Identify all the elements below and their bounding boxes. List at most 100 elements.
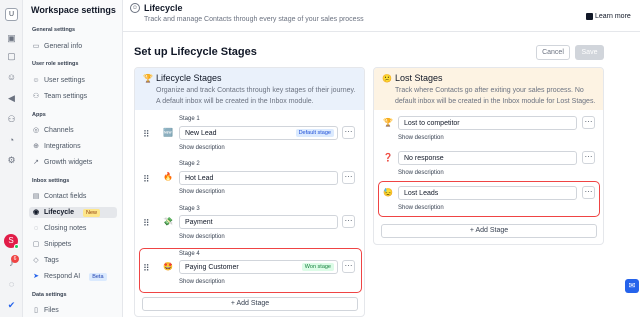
- icon-rail: U ▣ ▢ ☺ ◀ ⚇ ◔ ⚙ S ♪ 6 ◌ ✔: [0, 0, 23, 317]
- chat-widget-icon[interactable]: ✉: [625, 279, 639, 293]
- stage-more-button[interactable]: ···: [342, 126, 355, 139]
- stage-name-input[interactable]: New Lead Default stage: [179, 126, 338, 140]
- lifecycle-stages-panel: 🏆 Lifecycle Stages Organize and track Co…: [134, 67, 365, 317]
- sidebar-item-team-settings[interactable]: ⚇ Team settings: [29, 91, 117, 102]
- lifecycle-panel-description: Organize and track Contacts through key …: [156, 87, 356, 105]
- layout-icon[interactable]: ▣: [5, 33, 18, 44]
- stage-name-input[interactable]: Lost Leads: [398, 186, 577, 200]
- lost-panel-title: Lost Stages: [395, 73, 443, 83]
- show-description-link[interactable]: Show description: [179, 234, 225, 240]
- sidebar-title: Workspace settings: [31, 5, 116, 15]
- sidebar-section-apps: Apps: [32, 112, 46, 118]
- cancel-button[interactable]: Cancel: [536, 45, 570, 60]
- snippets-icon: ▢: [32, 240, 40, 248]
- stage-emoji[interactable]: 😓: [383, 188, 393, 197]
- lifecycle-panel-header: 🏆 Lifecycle Stages Organize and track Co…: [135, 68, 364, 110]
- won-stage-badge: Won stage: [301, 263, 334, 271]
- contacts-icon[interactable]: ☺: [5, 72, 18, 83]
- sidebar-item-contact-fields[interactable]: ▤ Contact fields: [29, 191, 117, 202]
- stage-more-button[interactable]: ···: [342, 171, 355, 184]
- stage-label: Stage 3: [179, 206, 200, 212]
- default-stage-badge: Default stage: [295, 129, 334, 137]
- sidebar-item-lifecycle[interactable]: ◉ Lifecycle New: [29, 207, 117, 218]
- sidebar-item-channels[interactable]: ◎ Channels: [29, 125, 117, 136]
- stage-emoji[interactable]: 🏆: [383, 118, 393, 127]
- show-description-link[interactable]: Show description: [398, 135, 444, 141]
- stage-label: Stage 1: [179, 116, 200, 122]
- stage-name-input[interactable]: Payment: [179, 215, 338, 229]
- trophy-icon: 🏆: [143, 74, 153, 83]
- inbox-icon[interactable]: ▢: [5, 51, 18, 62]
- show-description-link[interactable]: Show description: [179, 145, 225, 151]
- lost-stages-panel: 😕 Lost Stages Track where Contacts go af…: [373, 67, 604, 245]
- stage-name-input[interactable]: Lost to competitor: [398, 116, 577, 130]
- reports-icon[interactable]: ◔: [5, 135, 18, 146]
- stage-emoji[interactable]: 🔥: [163, 172, 173, 181]
- lifecycle-header-icon: ☺: [130, 3, 140, 13]
- show-description-link[interactable]: Show description: [398, 205, 444, 211]
- brand-check-icon[interactable]: ✔: [5, 300, 18, 311]
- stage-emoji[interactable]: 🆕: [163, 128, 173, 137]
- lost-panel-header: 😕 Lost Stages Track where Contacts go af…: [374, 68, 603, 110]
- sidebar-item-integrations[interactable]: ⊕ Integrations: [29, 141, 117, 152]
- notification-badge: 6: [11, 255, 19, 263]
- broadcast-icon[interactable]: ◀: [5, 93, 18, 104]
- stage-label: Stage 4: [179, 251, 200, 257]
- growth-icon: ↗: [33, 158, 39, 166]
- stage-name-input[interactable]: Paying Customer Won stage: [179, 260, 338, 274]
- sidebar-item-files[interactable]: ▯ Files: [29, 305, 117, 316]
- workflow-icon[interactable]: ⚇: [5, 114, 18, 125]
- stage-name-input[interactable]: Hot Lead: [179, 171, 338, 185]
- new-badge: New: [82, 208, 100, 217]
- drag-handle-icon[interactable]: ⠿: [143, 218, 150, 228]
- show-description-link[interactable]: Show description: [398, 170, 444, 176]
- sidebar-item-respond-ai[interactable]: ➤ Respond AI Beta: [29, 271, 117, 282]
- stage-emoji[interactable]: 🤩: [163, 262, 173, 271]
- stage-emoji[interactable]: ❓: [383, 153, 393, 162]
- ai-icon: ➤: [33, 272, 39, 280]
- setup-title: Set up Lifecycle Stages: [134, 46, 257, 58]
- fields-icon: ▤: [32, 192, 40, 200]
- book-icon: [586, 13, 593, 20]
- sidebar-section-data: Data settings: [32, 292, 67, 298]
- sidebar-item-growth-widgets[interactable]: ↗ Growth widgets: [29, 157, 117, 168]
- sidebar-item-general-info[interactable]: ▭ General info: [29, 41, 117, 52]
- show-description-link[interactable]: Show description: [179, 279, 225, 285]
- drag-handle-icon[interactable]: ⠿: [143, 174, 150, 184]
- beta-badge: Beta: [89, 272, 107, 281]
- save-button[interactable]: Save: [575, 45, 604, 60]
- add-lost-stage-button[interactable]: + Add Stage: [381, 224, 597, 238]
- online-status-dot: [14, 244, 19, 249]
- page-header-subtitle: Track and manage Contacts through every …: [144, 16, 364, 23]
- workspace-avatar[interactable]: U: [5, 8, 18, 21]
- info-icon: ▭: [32, 42, 40, 50]
- page-header-title: Lifecycle: [144, 3, 183, 13]
- show-description-link[interactable]: Show description: [179, 189, 225, 195]
- help-icon[interactable]: ◌: [5, 279, 18, 290]
- stage-more-button[interactable]: ···: [342, 260, 355, 273]
- settings-icon[interactable]: ⚙: [5, 155, 18, 166]
- lifecycle-icon: ◉: [32, 208, 40, 216]
- stage-more-button[interactable]: ···: [582, 186, 595, 199]
- sidebar-item-tags[interactable]: ◇ Tags: [29, 255, 117, 266]
- stage-more-button[interactable]: ···: [582, 116, 595, 129]
- learn-more-link[interactable]: Learn more: [586, 13, 631, 20]
- channels-icon: ◎: [32, 126, 40, 134]
- header-divider: [123, 31, 640, 32]
- drag-handle-icon[interactable]: ⠿: [143, 263, 150, 273]
- lost-panel-description: Track where Contacts go after exiting yo…: [395, 87, 596, 105]
- sidebar-item-closing-notes[interactable]: ◌ Closing notes: [29, 223, 117, 234]
- add-lifecycle-stage-button[interactable]: + Add Stage: [142, 297, 358, 311]
- settings-sidebar: Workspace settings General settings ▭ Ge…: [23, 0, 123, 317]
- stage-name-input[interactable]: No response: [398, 151, 577, 165]
- sidebar-item-user-settings[interactable]: ☺ User settings: [29, 75, 117, 86]
- sidebar-section-inbox: Inbox settings: [32, 178, 70, 184]
- stage-emoji[interactable]: 💸: [163, 217, 173, 226]
- tag-icon: ◇: [33, 256, 39, 264]
- sad-face-icon: 😕: [382, 74, 392, 83]
- stage-more-button[interactable]: ···: [582, 151, 595, 164]
- stage-more-button[interactable]: ···: [342, 215, 355, 228]
- drag-handle-icon[interactable]: ⠿: [143, 129, 150, 139]
- sidebar-item-snippets[interactable]: ▢ Snippets: [29, 239, 117, 250]
- stage-label: Stage 2: [179, 161, 200, 167]
